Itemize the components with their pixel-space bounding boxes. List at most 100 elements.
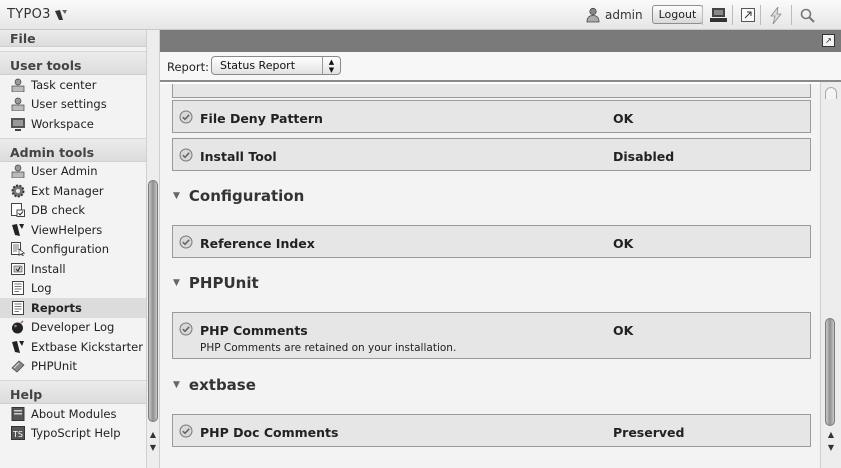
- menu-group-admin-tools[interactable]: Admin tools: [0, 137, 146, 162]
- status-value: OK: [613, 236, 634, 251]
- report-select[interactable]: Status Report ▲ ▼: [211, 56, 341, 75]
- report-selector-bar: Report: Status Report ▲ ▼: [160, 52, 841, 82]
- status-report: File Deny Pattern OK Install Tool Disabl…: [160, 84, 820, 468]
- menu-item-label: Task center: [31, 77, 97, 92]
- status-value: OK: [613, 323, 634, 338]
- menu-item-extbase-kickstarter[interactable]: Extbase Kickstarter: [0, 337, 146, 357]
- typo3-icon: [11, 223, 25, 237]
- menu-item-viewhelpers[interactable]: ViewHelpers: [0, 220, 146, 240]
- menu-group-help[interactable]: Help: [0, 380, 146, 404]
- menu-item-user-admin[interactable]: User Admin: [0, 162, 146, 182]
- logout-button[interactable]: Logout: [651, 5, 704, 24]
- collapse-triangle-icon: ▼: [173, 380, 180, 390]
- check-icon: [179, 424, 193, 438]
- menu-item-label: Install: [31, 261, 66, 276]
- clear-cache-icon[interactable]: [709, 6, 727, 24]
- menu-item-about-modules[interactable]: About Modules: [0, 404, 146, 424]
- configuration-icon: [11, 242, 25, 257]
- status-title: PHP Comments: [200, 323, 308, 338]
- menu-item-log[interactable]: Log: [0, 279, 146, 299]
- menu-item-typoscript-help[interactable]: TS TypoScript Help: [0, 424, 146, 444]
- scroll-down-arrow[interactable]: ▼: [825, 443, 837, 453]
- username[interactable]: admin: [605, 8, 643, 22]
- module-menu: File User tools Task center User setting…: [0, 30, 146, 468]
- doc-header: ↗: [160, 30, 841, 52]
- status-title: PHP Doc Comments: [200, 425, 339, 440]
- status-row-partial: [172, 84, 811, 98]
- menu-item-label: Workspace: [31, 116, 94, 131]
- svg-text:TS: TS: [12, 430, 23, 439]
- phpunit-icon: [11, 359, 25, 373]
- status-title: Install Tool: [200, 149, 277, 164]
- typoscript-icon: TS: [11, 426, 25, 441]
- db-check-icon: [11, 203, 25, 218]
- menu-item-label: Log: [31, 281, 52, 296]
- status-title: Reference Index: [200, 236, 315, 251]
- menu-item-install[interactable]: Install: [0, 259, 146, 279]
- menu-item-user-settings[interactable]: User settings: [0, 95, 146, 115]
- menu-item-label: ViewHelpers: [31, 222, 103, 237]
- status-message: PHP Comments are retained on your instal…: [200, 342, 457, 354]
- scroll-up-arrow[interactable]: ▲: [147, 430, 159, 440]
- content-scroll-thumb[interactable]: [825, 318, 835, 426]
- flash-icon[interactable]: [767, 6, 785, 24]
- status-value: Preserved: [613, 425, 685, 440]
- report-select-value: Status Report: [220, 59, 296, 72]
- status-value: Disabled: [613, 149, 675, 164]
- section-title: Configuration: [188, 187, 305, 205]
- toolbar-divider: [791, 5, 792, 25]
- log-icon: [11, 281, 25, 296]
- scroll-track-cap: [825, 87, 837, 99]
- menu-item-task-center[interactable]: Task center: [0, 75, 146, 95]
- typo3-icon: [11, 340, 25, 354]
- section-heading[interactable]: ▼ extbase: [173, 376, 256, 394]
- menu-item-configuration[interactable]: Configuration: [0, 240, 146, 260]
- section-title: extbase: [188, 376, 256, 394]
- content-scrollbar[interactable]: ▲ ▼: [820, 82, 841, 468]
- toolbar-divider: [732, 5, 733, 25]
- user-icon: [586, 7, 600, 22]
- menu-item-developer-log[interactable]: Developer Log: [0, 318, 146, 338]
- status-value: OK: [613, 111, 634, 126]
- status-row: Reference Index OK: [172, 225, 811, 258]
- collapse-triangle-icon: ▼: [173, 278, 180, 288]
- menu-item-label: PHPUnit: [31, 359, 77, 374]
- menu-scroll-thumb[interactable]: [148, 180, 158, 422]
- menu-group-file[interactable]: File: [0, 30, 146, 47]
- menu-scrollbar[interactable]: ▲ ▼: [146, 30, 160, 468]
- logo-text: TYPO3: [7, 7, 51, 22]
- menu-item-label: Configuration: [31, 242, 109, 257]
- install-icon: [11, 262, 25, 276]
- gear-icon: [11, 184, 25, 198]
- search-icon[interactable]: [798, 6, 816, 24]
- scroll-up-arrow[interactable]: ▲: [825, 430, 837, 440]
- typo3-logo[interactable]: TYPO3: [7, 7, 68, 22]
- section-heading[interactable]: ▼ PHPUnit: [173, 274, 259, 292]
- menu-item-ext-manager[interactable]: Ext Manager: [0, 181, 146, 201]
- scroll-down-arrow[interactable]: ▼: [147, 443, 159, 453]
- shortcut-icon[interactable]: [739, 6, 757, 24]
- open-in-new-window-icon[interactable]: ↗: [822, 34, 835, 47]
- menu-item-label: Developer Log: [31, 320, 115, 335]
- report-label: Report:: [167, 60, 209, 74]
- bomb-icon: [11, 320, 25, 334]
- typo3-logo-icon: [54, 9, 67, 20]
- reports-icon: [11, 300, 25, 315]
- workspace-icon: [11, 117, 25, 131]
- section-heading[interactable]: ▼ Configuration: [173, 187, 304, 205]
- menu-item-label: Reports: [31, 300, 82, 315]
- menu-item-label: DB check: [31, 203, 86, 218]
- menu-item-reports[interactable]: Reports: [0, 298, 146, 318]
- menu-item-db-check[interactable]: DB check: [0, 201, 146, 221]
- user-icon: [11, 97, 25, 112]
- status-row: Install Tool Disabled: [172, 138, 811, 171]
- user-icon: [11, 164, 25, 179]
- menu-item-label: About Modules: [31, 406, 117, 421]
- menu-item-workspace[interactable]: Workspace: [0, 114, 146, 134]
- check-icon: [179, 322, 193, 336]
- check-icon: [179, 235, 193, 249]
- section-title: PHPUnit: [188, 274, 259, 292]
- menu-item-label: TypoScript Help: [31, 426, 121, 441]
- menu-group-user-tools[interactable]: User tools: [0, 51, 146, 75]
- menu-item-phpunit[interactable]: PHPUnit: [0, 357, 146, 377]
